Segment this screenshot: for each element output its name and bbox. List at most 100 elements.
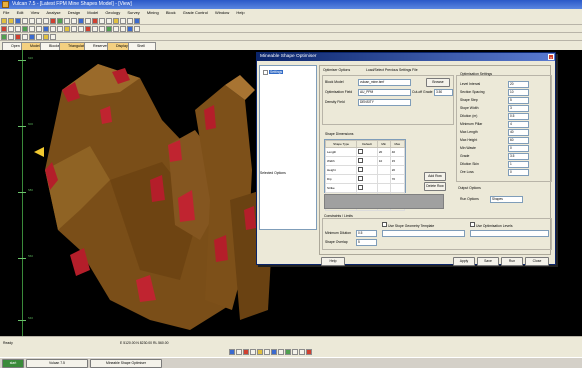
- export-icon[interactable]: [127, 26, 133, 32]
- print-icon[interactable]: [22, 18, 28, 24]
- optimisation-field-select[interactable]: AU_PPM: [358, 89, 411, 96]
- new-icon[interactable]: [1, 18, 7, 24]
- line-icon[interactable]: [15, 26, 21, 32]
- block-model-field[interactable]: vulcan_mine.bmf: [358, 79, 411, 86]
- setting-field[interactable]: 20: [508, 81, 529, 88]
- table-row[interactable]: Strike: [324, 183, 406, 193]
- grid-cell[interactable]: [376, 183, 391, 193]
- opt-levels-checkbox[interactable]: Use Optimisation Levels: [470, 222, 513, 228]
- rotate-icon[interactable]: [78, 18, 84, 24]
- copy-icon[interactable]: [36, 18, 42, 24]
- grid-cell[interactable]: 20: [376, 147, 391, 157]
- menu-block[interactable]: Block: [163, 10, 179, 15]
- undo-icon[interactable]: [50, 18, 56, 24]
- setting-field[interactable]: 10: [508, 89, 529, 96]
- menu-model[interactable]: Model: [84, 10, 101, 15]
- table-row[interactable]: Dip 70: [324, 174, 406, 184]
- row-checkbox[interactable]: [358, 185, 364, 190]
- menu-edit[interactable]: Edit: [14, 10, 27, 15]
- model-icon[interactable]: [85, 26, 91, 32]
- measure-icon[interactable]: [127, 18, 133, 24]
- pause-icon[interactable]: [8, 34, 14, 40]
- pan-icon[interactable]: [85, 18, 91, 24]
- highlight-icon[interactable]: [64, 26, 70, 32]
- grid-cell[interactable]: 20: [389, 165, 406, 175]
- filter-icon[interactable]: [92, 26, 98, 32]
- triangle-icon[interactable]: [1, 26, 7, 32]
- grid-cell[interactable]: [356, 183, 378, 193]
- setting-field[interactable]: 4: [508, 121, 529, 128]
- select-icon[interactable]: [120, 18, 126, 24]
- checkbox-icon[interactable]: [470, 222, 475, 227]
- menu-survey[interactable]: Survey: [124, 10, 142, 15]
- setting-field[interactable]: 0.5: [508, 113, 529, 120]
- output-select[interactable]: Shapes: [490, 196, 523, 203]
- text-icon[interactable]: [29, 26, 35, 32]
- setting-field[interactable]: 60: [508, 137, 529, 144]
- grid-cell[interactable]: [376, 174, 391, 184]
- snap-icon[interactable]: [236, 349, 242, 355]
- menu-help[interactable]: Help: [233, 10, 247, 15]
- grid-cell[interactable]: Strike: [324, 183, 358, 193]
- paste-icon[interactable]: [43, 18, 49, 24]
- table-row[interactable]: Length 20 40: [324, 147, 406, 157]
- grid-icon[interactable]: [106, 18, 112, 24]
- browse-button[interactable]: Browse: [426, 78, 450, 87]
- help-button[interactable]: Help: [321, 257, 345, 266]
- grid-cell[interactable]: [356, 174, 378, 184]
- menu-design[interactable]: Design: [65, 10, 83, 15]
- add-row-button[interactable]: Add Row: [424, 172, 446, 181]
- table-row[interactable]: Width 10 15: [324, 156, 406, 166]
- point-icon[interactable]: [8, 26, 14, 32]
- camera-icon[interactable]: [29, 34, 35, 40]
- import-icon[interactable]: [134, 26, 140, 32]
- zoom-out-icon[interactable]: [71, 18, 77, 24]
- plan-icon[interactable]: [78, 26, 84, 32]
- polygon-icon[interactable]: [22, 26, 28, 32]
- levels-field[interactable]: [470, 230, 549, 237]
- rotate-icon[interactable]: [299, 349, 305, 355]
- row-checkbox[interactable]: [358, 158, 364, 163]
- grid-cell[interactable]: 70: [389, 174, 406, 184]
- grid-icon[interactable]: [264, 349, 270, 355]
- delete-icon[interactable]: [50, 26, 56, 32]
- menu-file[interactable]: File: [0, 10, 12, 15]
- stope-template-checkbox[interactable]: Use Stope Geometry Template: [382, 222, 434, 228]
- mineable-shape-optimiser-dialog[interactable]: Mineable Shape Optimiser × Settings Sele…: [256, 52, 556, 266]
- save-button[interactable]: Save: [477, 257, 499, 266]
- apply-button[interactable]: Apply: [453, 257, 475, 266]
- zoom-in-icon[interactable]: [64, 18, 70, 24]
- report-icon[interactable]: [120, 26, 126, 32]
- light-icon[interactable]: [257, 349, 263, 355]
- start-button[interactable]: start: [2, 359, 24, 368]
- setting-field[interactable]: 3.5: [508, 153, 529, 160]
- dilution-field[interactable]: 0.5: [356, 230, 377, 237]
- grid-cell[interactable]: [356, 147, 378, 157]
- view-icon[interactable]: [134, 18, 140, 24]
- cutoff-field[interactable]: 3.50: [434, 89, 453, 96]
- expand-icon[interactable]: [263, 70, 268, 75]
- home-icon[interactable]: [50, 34, 56, 40]
- step-icon[interactable]: [22, 34, 28, 40]
- stop-icon[interactable]: [306, 349, 312, 355]
- run-button[interactable]: Run: [501, 257, 523, 266]
- grid-cell[interactable]: Height: [324, 165, 358, 175]
- layer-icon[interactable]: [99, 18, 105, 24]
- play-icon[interactable]: [1, 34, 7, 40]
- task-optimiser[interactable]: Mineable Shape Optimiser: [90, 359, 162, 368]
- menu-window[interactable]: Window: [212, 10, 232, 15]
- setting-field[interactable]: 5: [508, 97, 529, 104]
- grid-cell[interactable]: [356, 156, 378, 166]
- open-icon[interactable]: [8, 18, 14, 24]
- setting-field[interactable]: 40: [508, 129, 529, 136]
- layer-icon[interactable]: [229, 349, 235, 355]
- menu-mining[interactable]: Mining: [144, 10, 162, 15]
- row-checkbox[interactable]: [358, 149, 364, 154]
- view-icon[interactable]: [271, 349, 277, 355]
- zoom-icon[interactable]: [278, 349, 284, 355]
- overlap-field[interactable]: 5: [356, 239, 377, 246]
- pan-icon[interactable]: [292, 349, 298, 355]
- menu-grade-control[interactable]: Grade Control: [180, 10, 211, 15]
- section-icon[interactable]: [71, 26, 77, 32]
- template-field[interactable]: [382, 230, 465, 237]
